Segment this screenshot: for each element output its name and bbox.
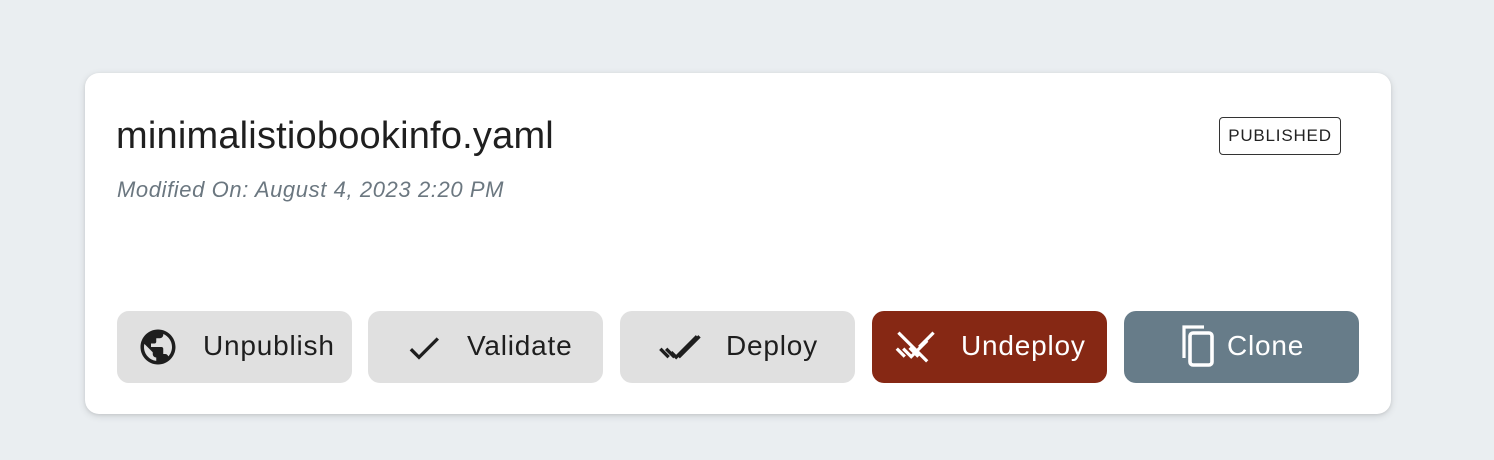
modified-date: Modified On: August 4, 2023 2:20 PM [117,177,505,202]
file-name: minimalistiobookinfo.yaml [116,115,554,157]
deploy-label: Deploy [726,330,818,361]
clone-button[interactable]: Clone [1124,311,1359,383]
validate-button[interactable]: Validate [368,311,603,383]
undeploy-label: Undeploy [961,330,1086,361]
status-badge: PUBLISHED [1219,117,1341,155]
check-icon [404,328,444,368]
unpublish-label: Unpublish [203,330,335,361]
copy-icon [1176,322,1220,370]
undeploy-button[interactable]: Undeploy [872,311,1107,383]
config-card: minimalistiobookinfo.yaml Modified On: A… [85,73,1391,414]
remove-done-icon [892,324,940,370]
deploy-button[interactable]: Deploy [620,311,855,383]
double-check-icon [657,328,707,368]
validate-label: Validate [467,330,573,361]
globe-icon [137,326,179,368]
unpublish-button[interactable]: Unpublish [117,311,352,383]
clone-label: Clone [1227,330,1305,361]
